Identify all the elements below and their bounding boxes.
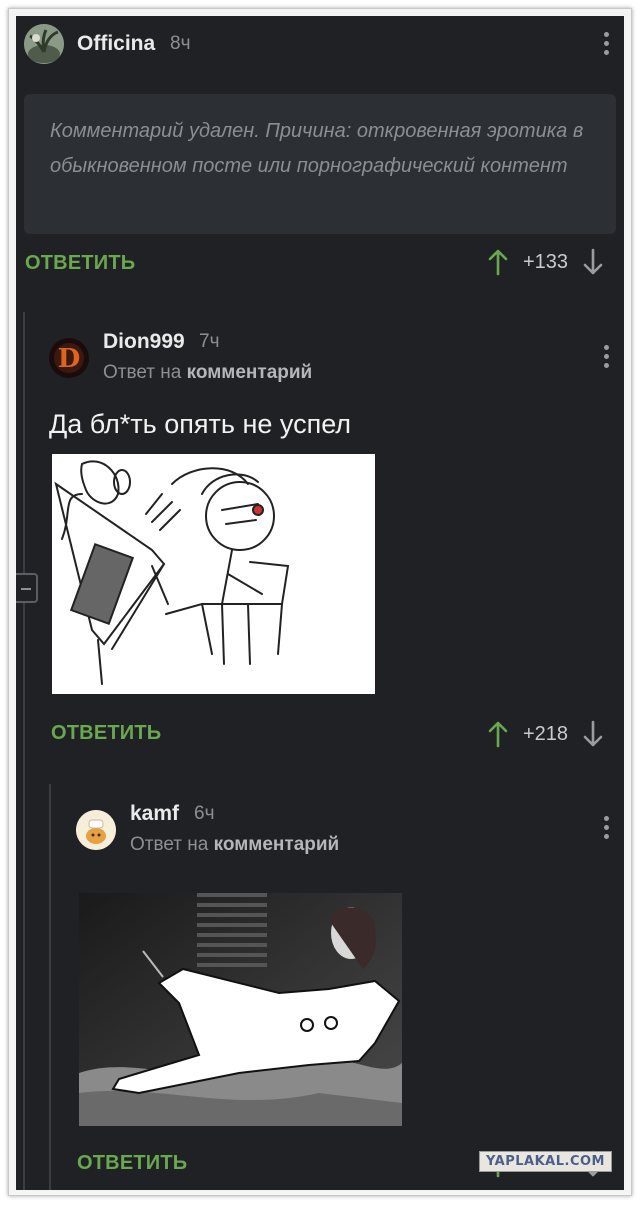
comments-feed: Officina 8ч Комментарий удален. Причина:… xyxy=(16,16,624,1190)
vote-controls: +133 xyxy=(487,248,604,276)
reply-to-link[interactable]: Ответ на комментарий xyxy=(103,362,312,384)
collapse-thread-icon[interactable] xyxy=(16,573,38,603)
avatar[interactable]: D xyxy=(49,338,89,378)
site-watermark: YAPLAKAL.COM xyxy=(479,1151,612,1172)
deleted-comment-text: Комментарий удален. Причина: откровенная… xyxy=(50,120,584,177)
more-options-icon[interactable] xyxy=(601,345,611,368)
reply-to-link[interactable]: Ответ на комментарий xyxy=(130,834,339,856)
comment-author[interactable]: Officina xyxy=(77,32,155,56)
svg-text:D: D xyxy=(58,344,81,374)
upvote-arrow-icon[interactable] xyxy=(487,720,509,748)
diablo-d-logo-icon: D xyxy=(49,338,89,378)
vote-score: +218 xyxy=(523,722,569,745)
thread-line xyxy=(23,312,25,1190)
thread-line xyxy=(49,784,51,1190)
comment-body: Да бл*ть опять не успел xyxy=(49,409,352,439)
downvote-arrow-icon[interactable] xyxy=(582,720,604,748)
reply-button[interactable]: ОТВЕТИТЬ xyxy=(77,1152,187,1175)
rage-comic-flip-table-image xyxy=(52,454,375,694)
reply-button[interactable]: ОТВЕТИТЬ xyxy=(51,722,161,745)
avatar[interactable] xyxy=(76,810,116,850)
comment-time: 6ч xyxy=(194,803,215,824)
vote-controls: +218 xyxy=(487,720,604,748)
more-options-icon[interactable] xyxy=(601,816,611,839)
comment-author[interactable]: kamf xyxy=(130,802,179,826)
reply-button[interactable]: ОТВЕТИТЬ xyxy=(25,252,135,275)
comment-author[interactable]: Dion999 xyxy=(103,330,185,354)
comment-image[interactable] xyxy=(79,893,402,1126)
avatar[interactable] xyxy=(24,24,64,64)
deleted-comment-notice: Комментарий удален. Причина: откровенная… xyxy=(24,94,616,234)
reply-to-target[interactable]: комментарий xyxy=(187,362,313,383)
censored-photo-image xyxy=(79,893,402,1126)
vote-score: +133 xyxy=(523,250,569,273)
downvote-arrow-icon[interactable] xyxy=(582,248,604,276)
avatar-plant-icon xyxy=(24,24,64,64)
comment-image[interactable] xyxy=(52,454,375,694)
upvote-arrow-icon[interactable] xyxy=(487,248,509,276)
reply-to-prefix: Ответ на xyxy=(130,834,209,855)
reply-to-target[interactable]: комментарий xyxy=(214,834,340,855)
cat-chef-avatar-icon xyxy=(76,810,116,850)
comment-time: 7ч xyxy=(199,331,220,352)
more-options-icon[interactable] xyxy=(601,32,611,55)
comment-time: 8ч xyxy=(170,33,191,54)
reply-to-prefix: Ответ на xyxy=(103,362,182,383)
